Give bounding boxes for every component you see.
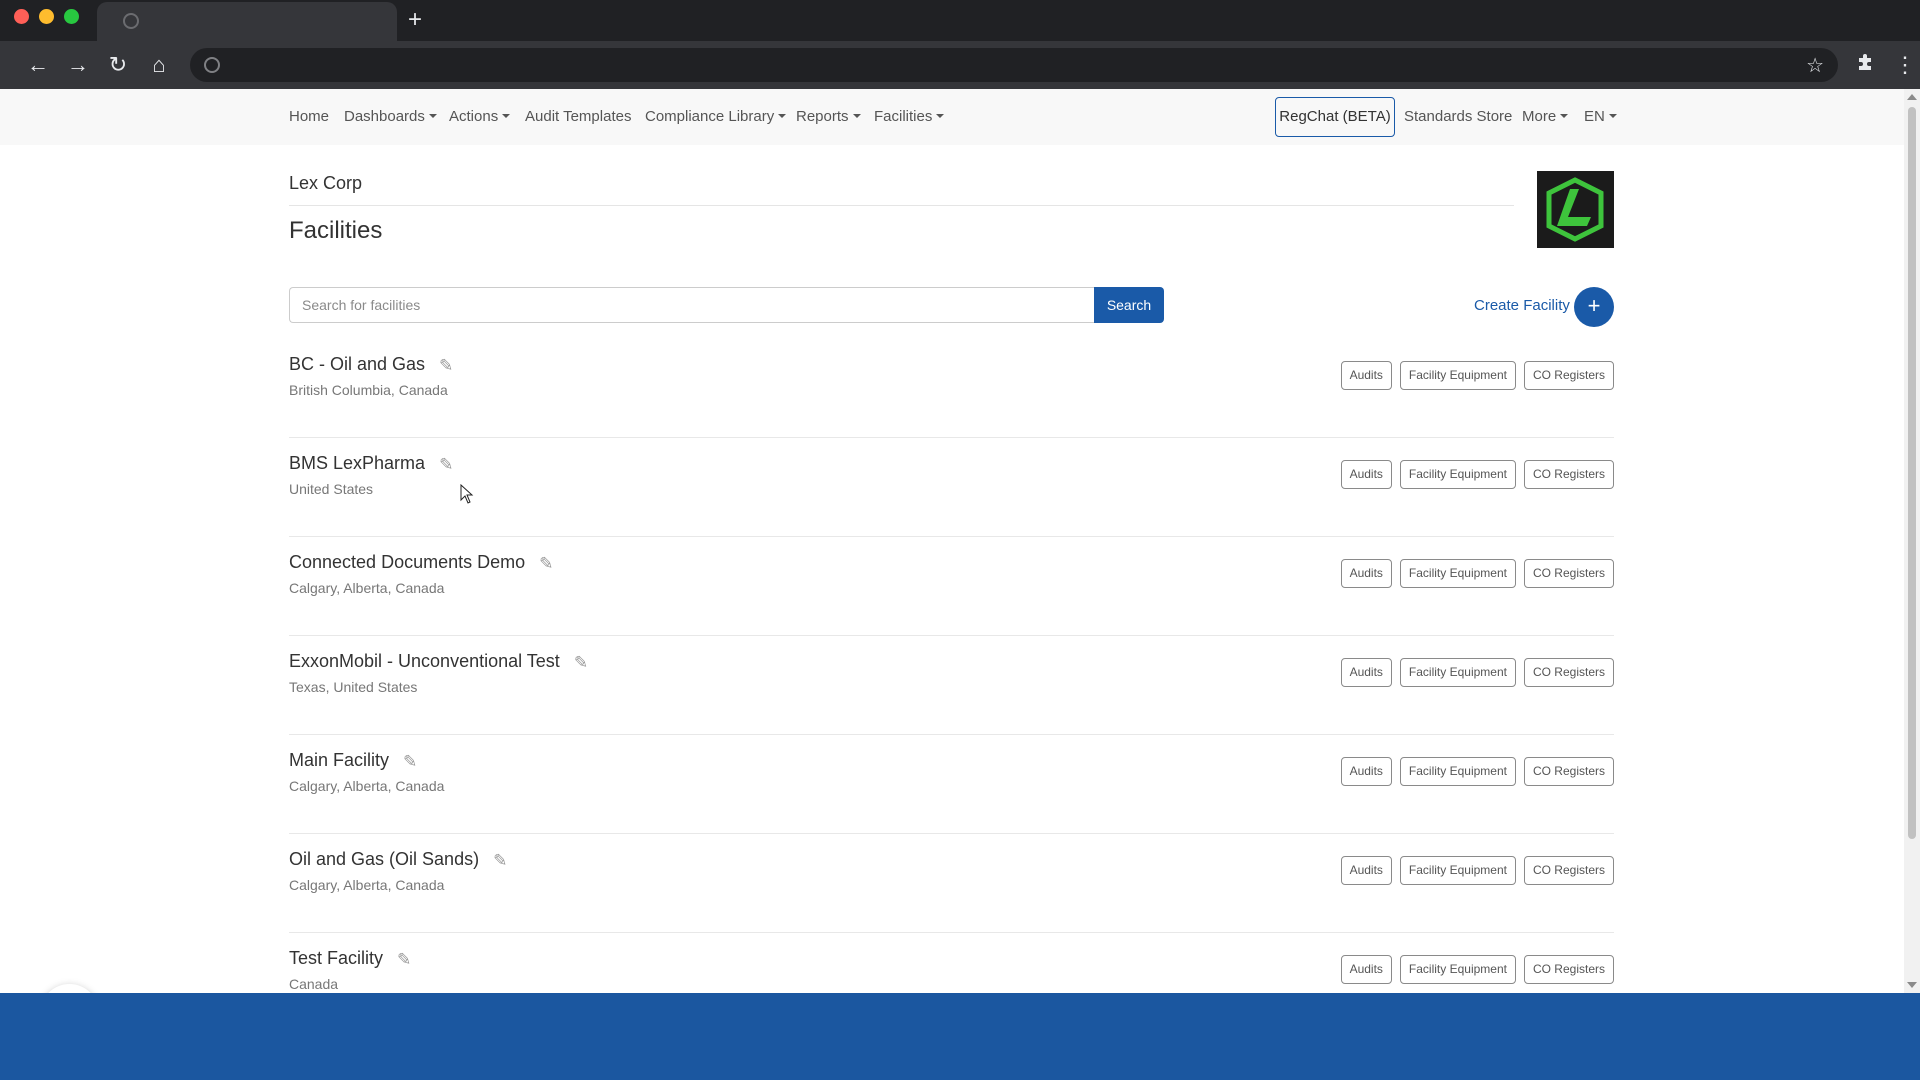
nav-audit-templates[interactable]: Audit Templates bbox=[525, 108, 631, 125]
page-scrollbar[interactable] bbox=[1904, 89, 1920, 993]
reload-icon[interactable]: ↻ bbox=[102, 49, 134, 81]
facility-row: Connected Documents Demo ✎ Calgary, Alber… bbox=[289, 537, 1614, 636]
site-info-icon[interactable] bbox=[204, 57, 220, 73]
facility-location: United States bbox=[289, 481, 374, 497]
facility-row: ExxonMobil - Unconventional Test ✎ Texas,… bbox=[289, 636, 1614, 735]
facility-row: BC - Oil and Gas ✎ British Columbia, Cana… bbox=[289, 339, 1614, 438]
edit-icon[interactable]: ✎ bbox=[574, 653, 588, 673]
facility-location: Calgary, Alberta, Canada bbox=[289, 580, 445, 596]
address-bar[interactable]: ☆ bbox=[190, 48, 1838, 82]
co-registers-button[interactable]: CO Registers bbox=[1523, 559, 1614, 588]
edit-icon[interactable]: ✎ bbox=[439, 356, 453, 376]
facility-name[interactable]: ExxonMobil - Unconventional Test ✎ bbox=[289, 651, 588, 673]
audits-button[interactable]: Audits bbox=[1340, 658, 1392, 687]
regchat-button[interactable]: RegChat (BETA) bbox=[1275, 97, 1395, 137]
nav-home[interactable]: Home bbox=[289, 108, 329, 125]
divider bbox=[289, 205, 1514, 206]
scroll-up-icon[interactable] bbox=[1907, 94, 1917, 100]
company-name: Lex Corp bbox=[289, 173, 363, 193]
facility-equipment-button[interactable]: Facility Equipment bbox=[1399, 658, 1516, 687]
minimize-window-button[interactable] bbox=[39, 9, 54, 24]
audits-button[interactable]: Audits bbox=[1340, 955, 1392, 984]
search-button[interactable]: Search bbox=[1094, 287, 1164, 323]
facility-row: Main Facility ✎ Calgary, Alberta, Canada … bbox=[289, 735, 1614, 834]
facility-location: British Columbia, Canada bbox=[289, 382, 448, 398]
edit-icon[interactable]: ✎ bbox=[439, 455, 453, 475]
nav-actions[interactable]: Actions bbox=[449, 108, 510, 125]
facility-location: Canada bbox=[289, 976, 339, 992]
co-registers-button[interactable]: CO Registers bbox=[1523, 856, 1614, 885]
nav-more[interactable]: More bbox=[1522, 108, 1568, 125]
facility-list: BC - Oil and Gas ✎ British Columbia, Cana… bbox=[289, 339, 1614, 993]
audits-button[interactable]: Audits bbox=[1340, 856, 1392, 885]
audits-button[interactable]: Audits bbox=[1340, 757, 1392, 786]
facility-equipment-button[interactable]: Facility Equipment bbox=[1399, 460, 1516, 489]
browser-toolbar: ← → ↻ ⌂ ☆ ⋮ bbox=[0, 41, 1920, 89]
facility-location: Calgary, Alberta, Canada bbox=[289, 778, 445, 794]
back-arrow-icon[interactable]: ← bbox=[22, 49, 54, 81]
facility-name[interactable]: BC - Oil and Gas ✎ bbox=[289, 354, 453, 376]
facility-equipment-button[interactable]: Facility Equipment bbox=[1399, 757, 1516, 786]
facility-name[interactable]: Connected Documents Demo ✎ bbox=[289, 552, 553, 574]
extensions-icon[interactable] bbox=[1856, 49, 1876, 81]
browser-tab[interactable] bbox=[97, 2, 397, 41]
facility-row: Oil and Gas (Oil Sands) ✎ Calgary, Albert… bbox=[289, 834, 1614, 933]
scroll-down-icon[interactable] bbox=[1907, 982, 1917, 988]
facility-search-input[interactable] bbox=[289, 287, 1094, 323]
mouse-cursor-icon bbox=[460, 483, 474, 509]
company-logo bbox=[1537, 171, 1614, 248]
maximize-window-button[interactable] bbox=[64, 9, 79, 24]
audits-button[interactable]: Audits bbox=[1340, 460, 1392, 489]
facility-name[interactable]: BMS LexPharma ✎ bbox=[289, 453, 453, 475]
nav-dashboards[interactable]: Dashboards bbox=[344, 108, 437, 125]
audits-button[interactable]: Audits bbox=[1340, 361, 1392, 390]
edit-icon[interactable]: ✎ bbox=[539, 554, 553, 574]
browser-tab-strip: + bbox=[0, 0, 1920, 41]
facility-location: Texas, United States bbox=[289, 679, 418, 695]
home-icon[interactable]: ⌂ bbox=[143, 49, 175, 81]
chat-widget-button[interactable]: g. bbox=[40, 984, 99, 993]
edit-icon[interactable]: ✎ bbox=[397, 950, 411, 970]
facility-name[interactable]: Oil and Gas (Oil Sands) ✎ bbox=[289, 849, 507, 871]
new-tab-button[interactable]: + bbox=[408, 6, 422, 34]
edit-icon[interactable]: ✎ bbox=[403, 752, 417, 772]
edit-icon[interactable]: ✎ bbox=[493, 851, 507, 871]
nav-compliance-library[interactable]: Compliance Library bbox=[645, 108, 786, 125]
scrollbar-thumb[interactable] bbox=[1908, 107, 1916, 839]
co-registers-button[interactable]: CO Registers bbox=[1523, 757, 1614, 786]
co-registers-button[interactable]: CO Registers bbox=[1523, 361, 1614, 390]
facility-location: Calgary, Alberta, Canada bbox=[289, 877, 445, 893]
create-facility-button[interactable]: + bbox=[1574, 287, 1614, 327]
co-registers-button[interactable]: CO Registers bbox=[1523, 658, 1614, 687]
forward-arrow-icon[interactable]: → bbox=[62, 49, 94, 81]
co-registers-button[interactable]: CO Registers bbox=[1523, 955, 1614, 984]
facility-name[interactable]: Test Facility ✎ bbox=[289, 948, 411, 970]
page-title: Facilities bbox=[289, 217, 383, 244]
nav-standards-store[interactable]: Standards Store bbox=[1404, 108, 1512, 125]
facility-equipment-button[interactable]: Facility Equipment bbox=[1399, 559, 1516, 588]
bottom-bar bbox=[0, 993, 1920, 1080]
facility-row: Test Facility ✎ Canada Audits Facility Eq… bbox=[289, 933, 1614, 993]
facility-name[interactable]: Main Facility ✎ bbox=[289, 750, 417, 772]
globe-icon bbox=[123, 13, 139, 29]
facility-equipment-button[interactable]: Facility Equipment bbox=[1399, 955, 1516, 984]
facility-equipment-button[interactable]: Facility Equipment bbox=[1399, 361, 1516, 390]
main-navbar: Home Dashboards Actions Audit Templates … bbox=[0, 89, 1904, 145]
page-content: Home Dashboards Actions Audit Templates … bbox=[0, 89, 1904, 993]
facility-row: BMS LexPharma ✎ United States Audits Faci… bbox=[289, 438, 1614, 537]
bookmark-star-icon[interactable]: ☆ bbox=[1806, 53, 1824, 78]
language-selector[interactable]: EN bbox=[1584, 108, 1617, 125]
co-registers-button[interactable]: CO Registers bbox=[1523, 460, 1614, 489]
facility-equipment-button[interactable]: Facility Equipment bbox=[1399, 856, 1516, 885]
audits-button[interactable]: Audits bbox=[1340, 559, 1392, 588]
close-window-button[interactable] bbox=[14, 9, 29, 24]
nav-facilities[interactable]: Facilities bbox=[874, 108, 944, 125]
browser-menu-icon[interactable]: ⋮ bbox=[1894, 49, 1916, 81]
create-facility-link[interactable]: Create Facility bbox=[1474, 297, 1570, 314]
nav-reports[interactable]: Reports bbox=[796, 108, 861, 125]
